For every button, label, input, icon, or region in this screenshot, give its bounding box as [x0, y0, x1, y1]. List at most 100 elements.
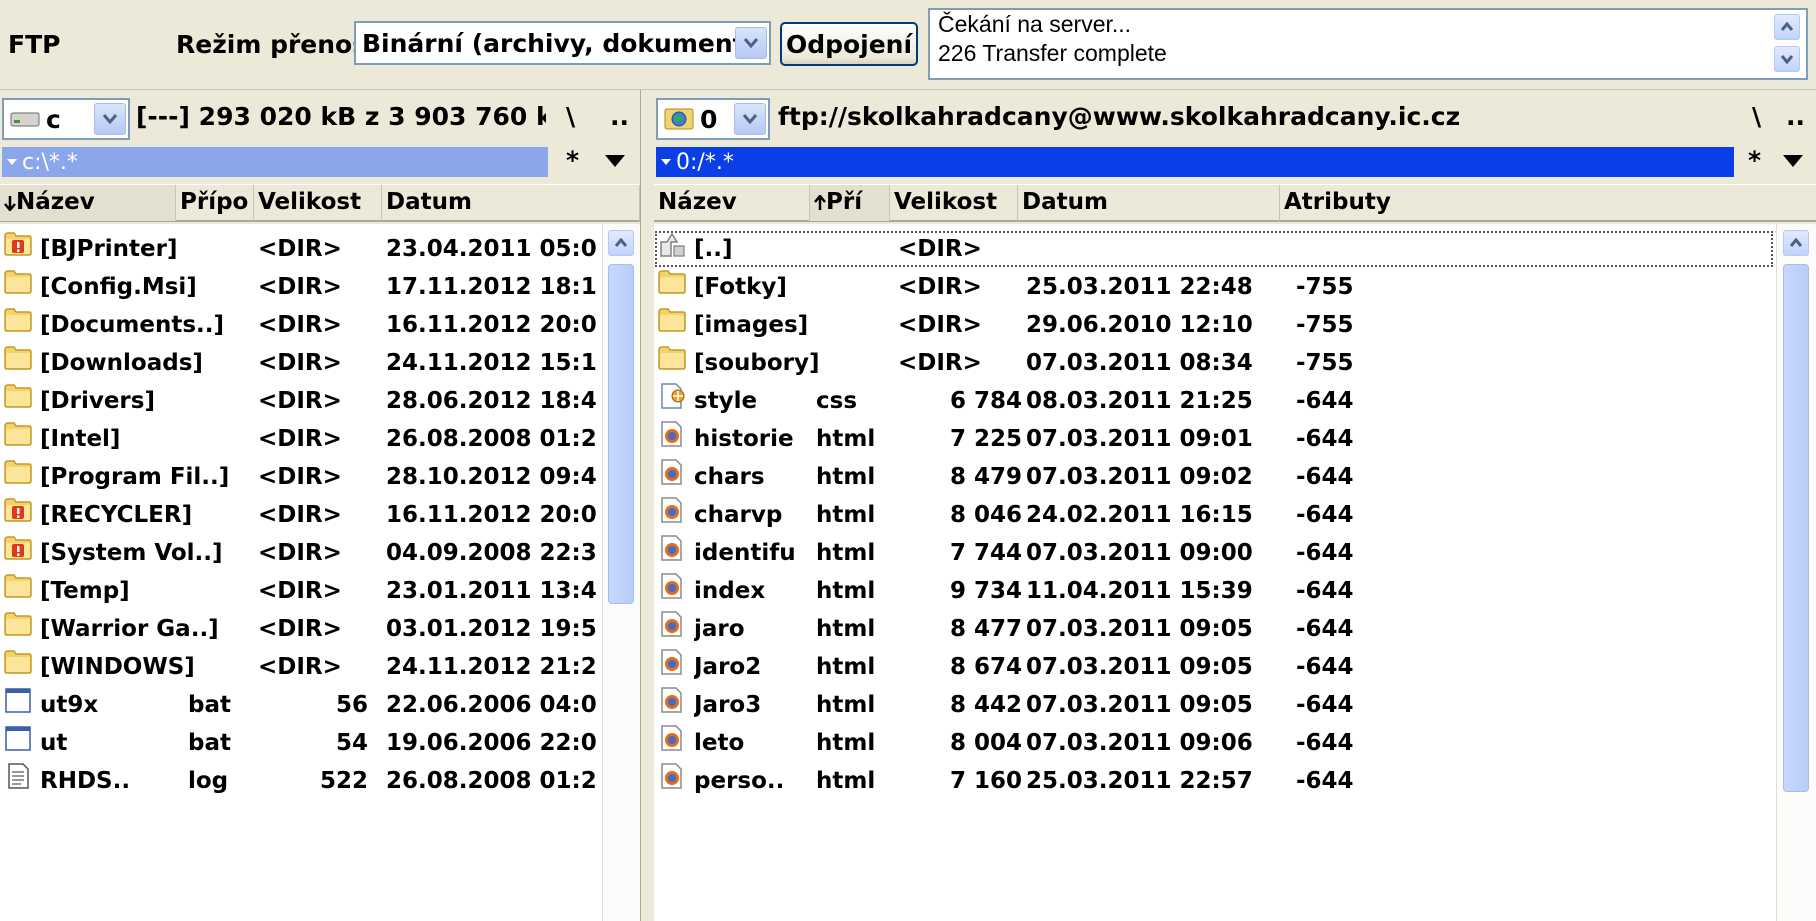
- html-file-icon: [658, 572, 686, 600]
- left-filter-bar[interactable]: c:\*.*: [2, 147, 548, 177]
- list-item[interactable]: [images] <DIR> 29.06.2010 12:10 -755: [654, 306, 1774, 344]
- right-scrollbar[interactable]: [1776, 224, 1816, 921]
- file-date: 07.03.2011 08:34: [1026, 350, 1253, 376]
- batch-file-icon: [4, 686, 32, 714]
- file-name: Jaro2: [694, 654, 762, 680]
- left-filter-star-button[interactable]: *: [566, 146, 579, 175]
- list-item[interactable]: [Fotky] <DIR> 25.03.2011 22:48 -755: [654, 268, 1774, 306]
- chevron-down-icon[interactable]: [94, 103, 126, 135]
- file-date: 23.04.2011 05:0: [386, 236, 597, 262]
- right-scroll-thumb[interactable]: [1783, 264, 1809, 792]
- file-date: 07.03.2011 09:06: [1026, 730, 1253, 756]
- scroll-down-icon[interactable]: [1774, 46, 1800, 72]
- file-name: historie: [694, 426, 794, 452]
- file-attributes: -644: [1296, 654, 1354, 680]
- right-up-button[interactable]: ..: [1786, 102, 1805, 131]
- transfer-mode-select[interactable]: Binární (archivy, dokument: [354, 21, 771, 65]
- right-filter-star-button[interactable]: *: [1748, 146, 1761, 175]
- file-date: 25.03.2011 22:57: [1026, 768, 1253, 794]
- list-item[interactable]: identifu html 7 744 07.03.2011 09:00 -644: [654, 534, 1774, 572]
- list-item[interactable]: style css 6 784 08.03.2011 21:25 -644: [654, 382, 1774, 420]
- list-item[interactable]: RHDS.. log 522 26.08.2008 01:2: [0, 762, 600, 800]
- list-item[interactable]: [BJPrinter] <DIR> 23.04.2011 05:0: [0, 230, 600, 268]
- folder-icon: [4, 306, 32, 334]
- left-col-name[interactable]: Název: [0, 185, 176, 221]
- list-item[interactable]: leto html 8 004 07.03.2011 09:06 -644: [654, 724, 1774, 762]
- file-attributes: -644: [1296, 692, 1354, 718]
- right-panel: 0 ftp://skolkahradcany@www.skolkahradcan…: [654, 90, 1816, 921]
- file-extension: html: [816, 616, 876, 642]
- file-name: [System Vol..]: [40, 540, 223, 566]
- left-up-button[interactable]: ..: [610, 102, 629, 131]
- right-column-header: Název Pří Velikost Datum Atributy: [654, 184, 1816, 222]
- file-attributes: -644: [1296, 388, 1354, 414]
- file-size: 6 784: [949, 388, 1022, 414]
- file-date: 19.06.2006 22:0: [386, 730, 597, 756]
- file-size: 7 225: [949, 426, 1022, 452]
- list-item[interactable]: charvp html 8 046 24.02.2011 16:15 -644: [654, 496, 1774, 534]
- list-item[interactable]: [Downloads] <DIR> 24.11.2012 15:1: [0, 344, 600, 382]
- left-drive-select[interactable]: c: [2, 98, 130, 140]
- list-item[interactable]: Jaro2 html 8 674 07.03.2011 09:05 -644: [654, 648, 1774, 686]
- disconnect-button[interactable]: Odpojení: [780, 22, 918, 66]
- file-extension: html: [816, 692, 876, 718]
- list-item[interactable]: Jaro3 html 8 442 07.03.2011 09:05 -644: [654, 686, 1774, 724]
- list-item[interactable]: chars html 8 479 07.03.2011 09:02 -644: [654, 458, 1774, 496]
- file-date: 07.03.2011 09:00: [1026, 540, 1253, 566]
- file-size: <DIR>: [258, 388, 342, 414]
- left-scrollbar[interactable]: [602, 224, 640, 921]
- right-col-ext[interactable]: Pří: [810, 185, 890, 221]
- list-item[interactable]: ut9x bat 56 22.06.2006 04:0: [0, 686, 600, 724]
- list-item[interactable]: [WINDOWS] <DIR> 24.11.2012 21:2: [0, 648, 600, 686]
- list-item[interactable]: [..] <DIR>: [654, 230, 1774, 268]
- chevron-down-icon[interactable]: [734, 103, 766, 135]
- text-file-icon: [4, 762, 32, 790]
- html-file-icon: [658, 686, 686, 714]
- list-item[interactable]: [Drivers] <DIR> 28.06.2012 18:4: [0, 382, 600, 420]
- ftp-address[interactable]: ftp://skolkahradcany@www.skolkahradcany.…: [778, 102, 1558, 131]
- scroll-up-icon[interactable]: [1774, 14, 1800, 40]
- list-item[interactable]: jaro html 8 477 07.03.2011 09:05 -644: [654, 610, 1774, 648]
- list-item[interactable]: [Temp] <DIR> 23.01.2011 13:4: [0, 572, 600, 610]
- file-extension: html: [816, 768, 876, 794]
- file-size: <DIR>: [258, 654, 342, 680]
- file-name: [WINDOWS]: [40, 654, 195, 680]
- left-col-ext[interactable]: Přípo: [176, 185, 254, 221]
- list-item[interactable]: historie html 7 225 07.03.2011 09:01 -644: [654, 420, 1774, 458]
- left-root-button[interactable]: \: [566, 102, 575, 131]
- right-root-button[interactable]: \: [1752, 102, 1761, 131]
- list-item[interactable]: [Program Fil..] <DIR> 28.10.2012 09:4: [0, 458, 600, 496]
- right-col-size[interactable]: Velikost: [890, 185, 1018, 221]
- list-item[interactable]: [System Vol..] <DIR> 04.09.2008 22:3: [0, 534, 600, 572]
- scroll-up-icon[interactable]: [608, 230, 634, 256]
- left-filter-dropdown-icon[interactable]: [604, 154, 626, 168]
- list-item[interactable]: [soubory] <DIR> 07.03.2011 08:34 -755: [654, 344, 1774, 382]
- left-scroll-thumb[interactable]: [608, 264, 634, 604]
- file-date: 04.09.2008 22:3: [386, 540, 597, 566]
- list-item[interactable]: [Config.Msi] <DIR> 17.11.2012 18:1: [0, 268, 600, 306]
- chevron-down-icon[interactable]: [735, 27, 767, 59]
- right-filter-dropdown-icon[interactable]: [1782, 154, 1804, 168]
- file-name: [RECYCLER]: [40, 502, 193, 528]
- panel-splitter[interactable]: [640, 90, 654, 921]
- list-item[interactable]: perso.. html 7 160 25.03.2011 22:57 -644: [654, 762, 1774, 800]
- right-col-attributes[interactable]: Atributy: [1280, 185, 1816, 221]
- list-item[interactable]: ut bat 54 19.06.2006 22:0: [0, 724, 600, 762]
- file-name: ut: [40, 730, 68, 756]
- right-col-date[interactable]: Datum: [1018, 185, 1280, 221]
- file-size: <DIR>: [258, 540, 342, 566]
- html-file-icon: [658, 648, 686, 676]
- list-item[interactable]: index html 9 734 11.04.2011 15:39 -644: [654, 572, 1774, 610]
- left-col-size[interactable]: Velikost: [254, 185, 382, 221]
- right-col-name[interactable]: Název: [654, 185, 810, 221]
- right-drive-select[interactable]: 0: [656, 98, 770, 140]
- list-item[interactable]: [Warrior Ga..] <DIR> 03.01.2012 19:5: [0, 610, 600, 648]
- scroll-up-icon[interactable]: [1783, 230, 1809, 256]
- list-item[interactable]: [Intel] <DIR> 26.08.2008 01:2: [0, 420, 600, 458]
- file-size: 7 744: [949, 540, 1022, 566]
- file-extension: html: [816, 502, 876, 528]
- left-col-date[interactable]: Datum: [382, 185, 640, 221]
- list-item[interactable]: [RECYCLER] <DIR> 16.11.2012 20:0: [0, 496, 600, 534]
- list-item[interactable]: [Documents..] <DIR> 16.11.2012 20:0: [0, 306, 600, 344]
- right-filter-bar[interactable]: 0:/*.*: [656, 147, 1734, 177]
